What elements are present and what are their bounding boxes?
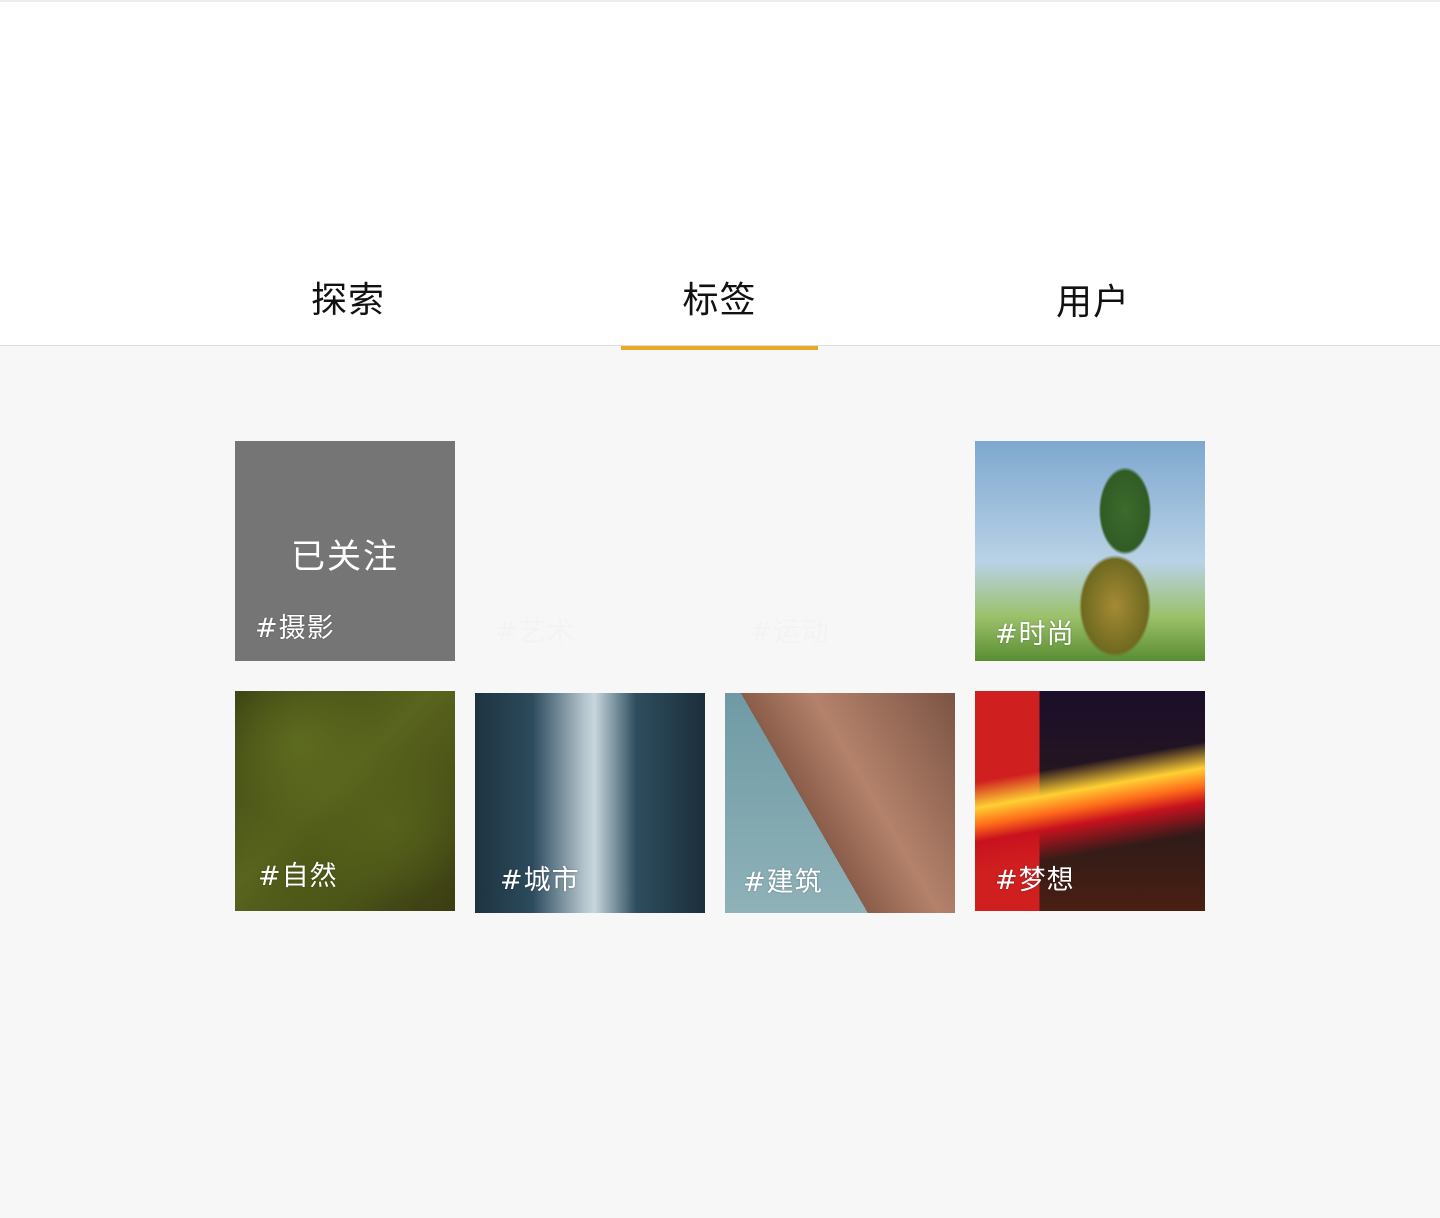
tag-tile-art[interactable]: #艺术 — [475, 441, 705, 661]
tag-label: #艺术 — [495, 617, 575, 648]
tag-label: #自然 — [258, 861, 338, 892]
tag-tile-city[interactable]: #城市 — [475, 693, 705, 913]
tag-label: #时尚 — [995, 619, 1075, 650]
tag-tile-photography[interactable]: 已关注 #摄影 — [235, 441, 455, 661]
tab-explore-label: 探索 — [310, 280, 385, 321]
tag-tile-fashion[interactable]: #时尚 — [975, 441, 1205, 661]
tag-label: #梦想 — [995, 865, 1075, 896]
tab-users-label: 用户 — [1055, 282, 1130, 323]
tag-tile-dream[interactable]: #梦想 — [975, 691, 1205, 911]
tab-explore[interactable]: 探索 — [248, 270, 448, 348]
tag-tile-architecture[interactable]: #建筑 — [725, 693, 955, 913]
tab-tags[interactable]: 标签 — [621, 270, 818, 350]
tag-label: #城市 — [500, 865, 580, 896]
tag-label: #建筑 — [743, 867, 823, 898]
tab-users[interactable]: 用户 — [993, 272, 1193, 350]
tab-tags-label: 标签 — [682, 280, 757, 321]
tag-label: #摄影 — [255, 613, 335, 644]
followed-indicator: 已关注 — [291, 537, 399, 577]
header: 探索 标签 用户 — [0, 0, 1440, 350]
active-tab-indicator — [621, 346, 818, 350]
tag-label: #运动 — [750, 617, 830, 648]
tag-tile-sports[interactable]: #运动 — [725, 441, 955, 661]
tag-tile-nature[interactable]: #自然 — [235, 691, 455, 911]
